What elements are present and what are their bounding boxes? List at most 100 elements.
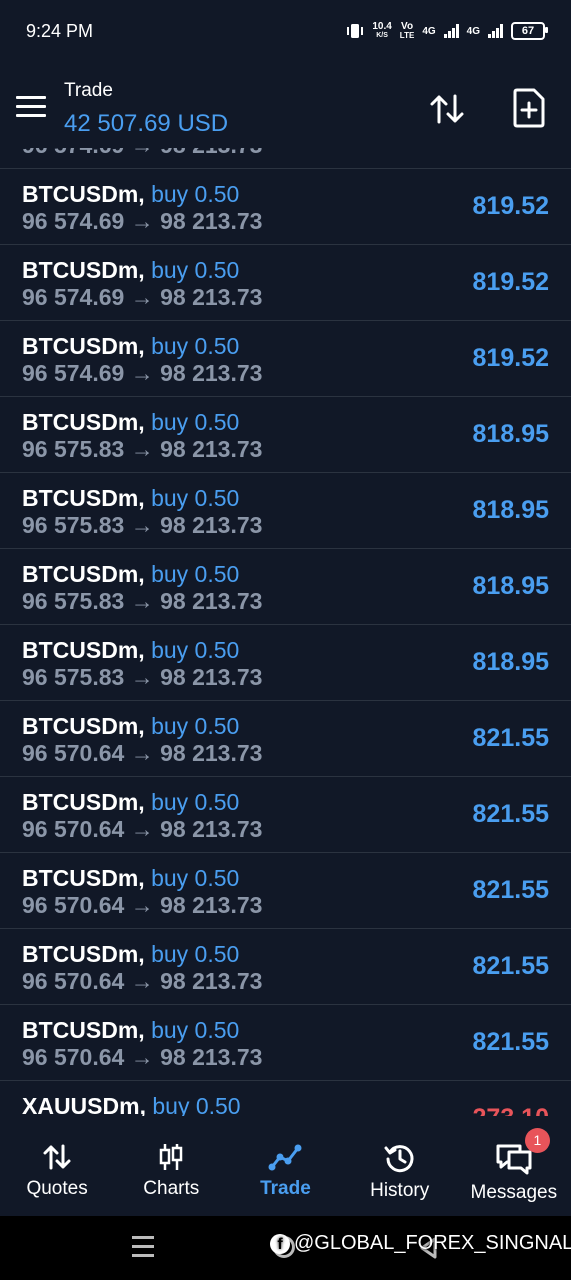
position-row[interactable]: BTCUSDm, buy 0.50 96 570.64 → 98 213.73 82…	[0, 853, 571, 929]
network-type-2: 4G	[466, 25, 480, 37]
position-prices: 96 570.64 → 98 213.73	[22, 968, 263, 994]
position-side: buy 0.50	[151, 637, 240, 663]
position-profit: 818.95	[472, 648, 549, 676]
position-title: BTCUSDm, buy 0.50	[22, 1017, 239, 1044]
status-time: 9:24 PM	[26, 20, 94, 41]
position-symbol: BTCUSDm,	[22, 865, 145, 891]
position-side: buy 0.50	[151, 181, 240, 207]
position-profit: 818.95	[472, 572, 549, 600]
position-symbol: BTCUSDm,	[22, 789, 145, 815]
watermark-text: @GLOBAL_FOREX_SINGNALS	[294, 1232, 571, 1254]
battery-level: 67	[521, 25, 535, 37]
nav-history[interactable]: History	[345, 1130, 455, 1202]
position-side: buy 0.50	[151, 713, 240, 739]
network-speed: 10.4 K/S	[372, 21, 392, 40]
position-title: BTCUSDm, buy 0.50	[22, 789, 239, 816]
position-row[interactable]: BTCUSDm, buy 0.5096 574.69 → 98 213.7381…	[0, 245, 571, 321]
position-title: BTCUSDm, buy 0.50	[22, 713, 239, 740]
position-side: buy 0.50	[152, 1093, 241, 1116]
position-title: BTCUSDm, buy 0.50	[22, 333, 239, 360]
position-profit: 818.95	[472, 420, 549, 448]
position-prices: 96 570.64 → 98 213.73	[22, 892, 263, 918]
position-prices: 96 570.64 → 98 213.73	[22, 816, 263, 842]
positions-list[interactable]: BTCUSDm, buy 0.50 96 574.69 → 98 213.73 81…	[0, 148, 571, 1116]
position-profit: 821.55	[472, 1028, 549, 1056]
nav-trade[interactable]: Trade	[230, 1130, 340, 1200]
position-title: BTCUSDm, buy 0.50	[22, 257, 239, 284]
position-symbol: BTCUSDm,	[22, 181, 145, 207]
messages-badge: 1	[524, 1128, 550, 1153]
position-side: buy 0.50	[151, 1017, 240, 1043]
position-profit: 821.55	[472, 724, 549, 752]
page-title: Trade	[64, 80, 113, 101]
position-profit: 819.52	[472, 192, 549, 220]
position-prices: 96 574.69 → 98 213.73	[22, 148, 262, 159]
recent-apps-button[interactable]	[132, 1236, 154, 1263]
nav-trade-label: Trade	[260, 1178, 311, 1199]
new-order-icon[interactable]	[512, 88, 546, 128]
position-title: BTCUSDm, buy 0.50	[22, 941, 239, 968]
position-side: buy 0.50	[151, 941, 240, 967]
position-row[interactable]: BTCUSDm, buy 0.50 96 570.64 → 98 213.73 82…	[0, 777, 571, 853]
position-row[interactable]: BTCUSDm, buy 0.50 96 575.83 → 98 213.73 81…	[0, 549, 571, 625]
bottom-nav: Quotes Charts Trade History 1 Messages	[0, 1128, 571, 1216]
app-header: Trade 42 507.69 USD	[0, 62, 571, 148]
nav-quotes-label: Quotes	[26, 1178, 88, 1199]
position-symbol: BTCUSDm,	[22, 485, 145, 511]
position-row[interactable]: BTCUSDm, buy 0.5096 574.69 → 98 213.7381…	[0, 169, 571, 245]
position-profit: -273.10	[464, 1104, 549, 1116]
trade-icon	[268, 1144, 302, 1171]
position-prices: 96 575.83 → 98 213.73	[22, 436, 263, 462]
menu-icon[interactable]	[16, 96, 46, 118]
position-side: buy 0.50	[151, 789, 240, 815]
vibrate-icon	[347, 24, 364, 38]
position-symbol: BTCUSDm,	[22, 333, 145, 359]
history-icon	[384, 1145, 414, 1173]
position-symbol: BTCUSDm,	[22, 1017, 145, 1043]
nav-quotes[interactable]: Quotes	[2, 1130, 112, 1200]
position-row[interactable]: XAUUSDm, buy 0.502 647.267 → 2 641.805-2…	[0, 1081, 571, 1116]
position-profit: 819.52	[472, 344, 549, 372]
position-row[interactable]: BTCUSDm, buy 0.50 96 575.83 → 98 213.73 81…	[0, 473, 571, 549]
position-prices: 96 575.83 → 98 213.73	[22, 664, 263, 690]
signal-icon-2	[488, 24, 503, 38]
position-symbol: XAUUSDm,	[22, 1093, 146, 1116]
position-symbol: BTCUSDm,	[22, 637, 145, 663]
position-row[interactable]: BTCUSDm, buy 0.50 96 575.83 → 98 213.73 81…	[0, 625, 571, 701]
position-row[interactable]: BTCUSDm, buy 0.5096 574.69 → 98 213.7381…	[0, 148, 571, 169]
nav-messages-label: Messages	[470, 1182, 558, 1203]
account-balance: 42 507.69 USD	[64, 110, 229, 137]
position-side: buy 0.50	[151, 257, 240, 283]
quotes-icon	[43, 1144, 71, 1170]
position-profit: 821.55	[472, 800, 549, 828]
position-symbol: BTCUSDm,	[22, 409, 145, 435]
nav-history-label: History	[370, 1180, 430, 1201]
nav-charts[interactable]: Charts	[116, 1130, 226, 1200]
position-prices: 96 574.69 → 98 213.73	[22, 360, 263, 386]
network-type-1: 4G	[422, 25, 436, 37]
position-profit: 818.95	[472, 496, 549, 524]
position-row[interactable]: BTCUSDm, buy 0.50 96 575.83 → 98 213.73 81…	[0, 397, 571, 473]
position-side: buy 0.50	[151, 485, 240, 511]
position-row[interactable]: BTCUSDm, buy 0.50 96 570.64 → 98 213.73 82…	[0, 1005, 571, 1081]
position-title: BTCUSDm, buy 0.50	[22, 561, 239, 588]
charts-icon	[160, 1144, 183, 1170]
facebook-icon: f	[270, 1233, 290, 1254]
position-symbol: BTCUSDm,	[22, 257, 145, 283]
position-row[interactable]: BTCUSDm, buy 0.5096 574.69 → 98 213.73 81…	[0, 321, 571, 397]
position-side: buy 0.50	[151, 561, 240, 587]
position-title: BTCUSDm, buy 0.50	[22, 409, 239, 436]
position-row[interactable]: BTCUSDm, buy 0.50 96 570.64 → 98 213.73 82…	[0, 929, 571, 1005]
position-profit: 819.52	[472, 268, 549, 296]
signal-icon-1	[443, 24, 459, 38]
position-side: buy 0.50	[151, 333, 240, 359]
position-title: XAUUSDm, buy 0.50	[22, 1093, 241, 1116]
position-side: buy 0.50	[151, 865, 240, 891]
nav-messages[interactable]: 1 Messages	[459, 1128, 569, 1204]
status-icons: 10.4 K/S Vo LTE 4G 4G 67	[346, 21, 548, 40]
position-title: BTCUSDm, buy 0.50	[22, 181, 239, 208]
position-prices: 96 575.83 → 98 213.73	[22, 512, 263, 538]
position-row[interactable]: BTCUSDm, buy 0.50 96 570.64 → 98 213.73 82…	[0, 701, 571, 777]
sort-icon[interactable]	[428, 90, 466, 128]
position-symbol: BTCUSDm,	[22, 941, 145, 967]
